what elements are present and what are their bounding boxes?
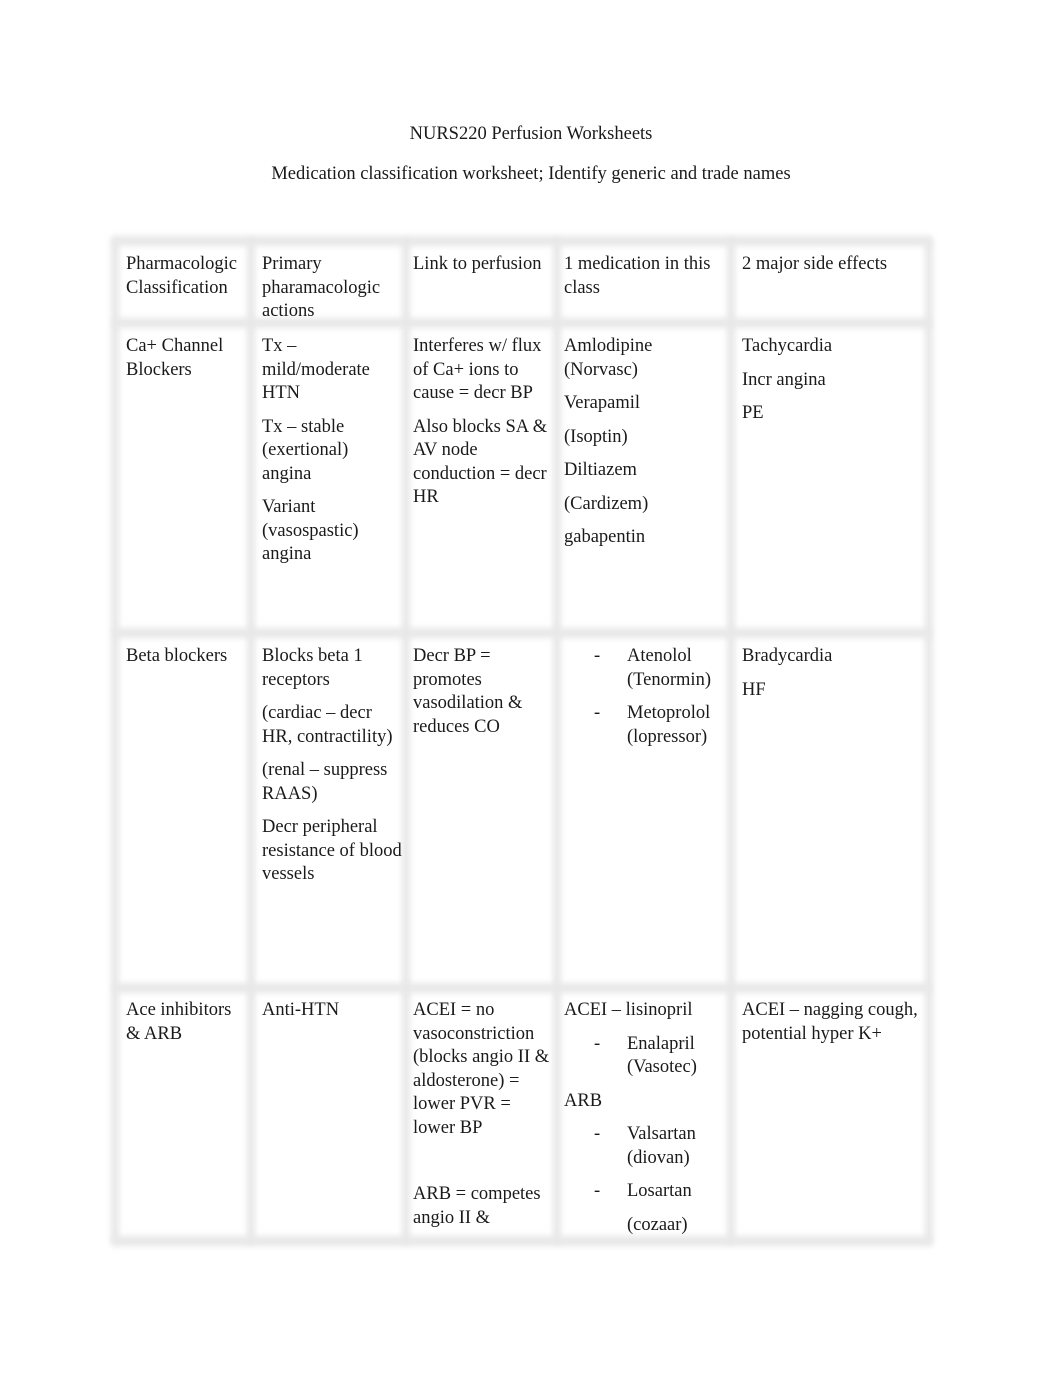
row1-classification: Ca+ Channel Blockers [126, 336, 224, 380]
row-divider [113, 983, 931, 993]
column-divider [727, 238, 735, 1244]
header-perfusion: Link to perfusion [413, 254, 542, 274]
perfusion-item: Decr BP = promotes vasodilation & reduce… [413, 646, 523, 737]
medication-list-item: - Enalapril (Vasotec) [564, 1033, 724, 1080]
row1-side-effects: Tachycardia Incr angina PE [742, 335, 927, 436]
action-item: (renal – suppress RAAS) [262, 760, 388, 804]
action-item: Tx – mild/moderate HTN [262, 336, 370, 403]
action-item: Tx – stable (exertional) angina [262, 416, 349, 484]
header-classification: Pharmacologic Classification [126, 254, 237, 298]
medication-item: Diltiazem [564, 460, 637, 480]
perfusion-item: ACEI = no vasoconstriction (blocks angio… [413, 1000, 550, 1138]
row1-medications: Amlodipine (Norvasc) Verapamil (Isoptin)… [564, 335, 724, 560]
action-item: Variant (vasospastic) angina [262, 497, 359, 564]
action-item: (cardiac – decr HR, contractility) [262, 703, 393, 747]
row3-side-effects: ACEI – nagging cough, potential hyper K+ [742, 999, 932, 1056]
action-item: Blocks beta 1 receptors [262, 646, 363, 690]
medication-list-item: - Losartan [564, 1180, 724, 1204]
medication-text: Atenolol (Tenormin) [627, 646, 711, 690]
row3-medications: ACEI – lisinopril - Enalapril (Vasotec) … [564, 999, 724, 1247]
action-item: Anti-HTN [262, 1000, 340, 1020]
side-effect-item: Tachycardia [742, 336, 833, 356]
side-effect-item: Bradycardia [742, 646, 833, 666]
table-border-top [113, 236, 931, 246]
medication-table: Pharmacologic Classification Primary pha… [111, 236, 933, 1247]
row-divider [113, 628, 931, 638]
row2-classification: Beta blockers [126, 646, 228, 666]
medication-text: Enalapril (Vasotec) [627, 1033, 697, 1078]
perfusion-item: Also blocks SA & AV node conduction = de… [413, 416, 548, 508]
bullet-dash: - [594, 646, 601, 666]
medication-list-item: - Metoprolol (lopressor) [564, 702, 724, 749]
row3-classification: Ace inhibitors & ARB [126, 1000, 232, 1044]
row3-actions: Anti-HTN [262, 999, 397, 1033]
medication-item: (Cardizem) [564, 493, 649, 514]
medication-list-item: - Valsartan (diovan) [564, 1123, 724, 1170]
action-item: Decr peripheral resistance of blood vess… [262, 817, 402, 884]
row3-perfusion: ACEI = no vasoconstriction (blocks angio… [413, 999, 555, 1240]
perfusion-item: ARB = competes angio II & [413, 1184, 541, 1228]
side-effect-item: ACEI – nagging cough, potential hyper K+ [742, 1000, 918, 1044]
medication-text: Valsartan (diovan) [627, 1124, 696, 1168]
table-border-left [111, 238, 119, 1244]
bullet-dash: - [594, 703, 601, 723]
header-medication: 1 medication in this class [564, 254, 711, 298]
medication-text: Metoprolol (lopressor) [627, 703, 711, 747]
bullet-dash: - [594, 1033, 601, 1054]
header-side-effects: 2 major side effects [742, 254, 888, 274]
row2-medications: - Atenolol (Tenormin) - Metoprolol (lopr… [564, 645, 724, 759]
row2-perfusion: Decr BP = promotes vasodilation & reduce… [413, 645, 555, 749]
row2-actions: Blocks beta 1 receptors (cardiac – decr … [262, 645, 402, 897]
medication-text: (cozaar) [627, 1214, 688, 1235]
medication-item: Verapamil [564, 393, 641, 413]
row1-actions: Tx – mild/moderate HTN Tx – stable (exer… [262, 335, 397, 577]
medication-item: gabapentin [564, 527, 646, 547]
side-effect-item: HF [742, 679, 766, 700]
bullet-dash: - [594, 1124, 601, 1144]
acei-label: ACEI – lisinopril [564, 1000, 693, 1020]
medication-list-item: (cozaar) [564, 1214, 724, 1238]
bullet-dash [564, 1214, 627, 1238]
row1-perfusion: Interferes w/ flux of Ca+ ions to cause … [413, 335, 555, 520]
side-effect-item: Incr angina [742, 369, 826, 390]
header-actions: Primary pharamacologic actions [262, 254, 381, 321]
arb-label: ARB [564, 1090, 603, 1111]
medication-item: (Isoptin) [564, 426, 628, 447]
document-subtitle: Medication classification worksheet; Ide… [271, 164, 791, 184]
bullet-dash: - [594, 1181, 601, 1201]
column-divider [247, 238, 255, 1244]
side-effect-item: PE [742, 403, 764, 423]
perfusion-item: Interferes w/ flux of Ca+ ions to cause … [413, 336, 542, 403]
row2-side-effects: Bradycardia HF [742, 645, 927, 712]
column-divider [402, 238, 410, 1244]
medication-item: Amlodipine (Norvasc) [564, 336, 653, 380]
medication-text: Losartan [627, 1181, 692, 1201]
document-title: NURS220 Perfusion Worksheets [409, 124, 653, 144]
medication-list-item: - Atenolol (Tenormin) [564, 645, 724, 692]
row-divider [113, 318, 931, 328]
